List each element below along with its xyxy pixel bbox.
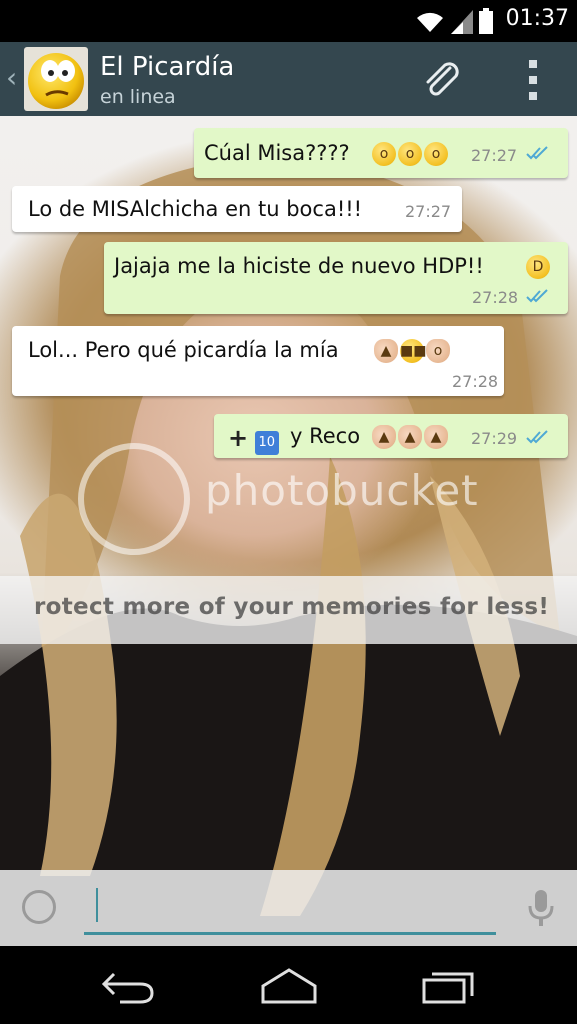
message-bubble-incoming[interactable]: Lo de MISAlchicha en tu boca!!! 27:27 — [12, 186, 462, 232]
thumbs-up-icon: ▲ — [424, 425, 448, 449]
thumbs-up-icon: ▲ — [374, 339, 398, 363]
back-icon[interactable] — [100, 964, 158, 1006]
thumbs-up-icon: ▲ — [372, 425, 396, 449]
emoji-icon[interactable] — [22, 890, 56, 924]
emoji-group: ooo — [372, 142, 450, 167]
wifi-icon — [417, 12, 443, 32]
chat-header: ‹ El Picardía en linea — [0, 42, 577, 116]
message-text: y Reco — [290, 424, 361, 448]
message-text: Jajaja me la hiciste de nuevo HDP!! — [114, 254, 484, 278]
watermark-brand: photobucket — [205, 466, 479, 515]
message-time: 27:29 — [471, 429, 518, 448]
message-text: Cúal Misa???? — [204, 141, 350, 165]
message-text: Lo de MISAlchicha en tu boca!!! — [28, 197, 363, 221]
emoji-group: ▲ ▲ ▲ — [372, 425, 450, 450]
back-chevron-icon[interactable]: ‹ — [6, 64, 17, 92]
avatar[interactable] — [24, 47, 88, 111]
battery-icon — [479, 8, 493, 34]
message-bubble-outgoing[interactable]: Jajaja me la hiciste de nuevo HDP!! D 27… — [104, 242, 568, 314]
message-bubble-outgoing[interactable]: Cúal Misa???? ooo 27:27 — [194, 128, 568, 178]
message-time: 27:28 — [452, 372, 499, 391]
emoji-group: + 10 — [228, 424, 279, 455]
chat-area[interactable]: photobucket rotect more of your memories… — [0, 116, 577, 946]
recents-icon[interactable] — [420, 964, 476, 1006]
read-ticks-icon — [526, 289, 548, 303]
message-time: 27:27 — [471, 146, 518, 165]
text-cursor — [96, 888, 98, 922]
navigation-bar — [0, 946, 577, 1024]
message-composer — [0, 870, 577, 946]
home-icon[interactable] — [259, 964, 319, 1006]
astonished-face-icon: o — [372, 142, 396, 166]
attach-icon[interactable] — [420, 58, 464, 102]
message-time: 27:28 — [472, 288, 519, 307]
keycap-ten-icon: 10 — [254, 431, 279, 455]
heavy-plus-icon: + — [228, 424, 249, 452]
status-time: 01:37 — [505, 6, 569, 31]
message-text: Lol... Pero qué picardía la mía — [28, 338, 339, 362]
ok-hand-icon: o — [426, 339, 450, 363]
watermark-tagline: rotect more of your memories for less! — [34, 594, 550, 620]
signal-icon — [451, 10, 473, 34]
status-bar: 01:37 — [0, 0, 577, 42]
emoji-group: ▲ ■■ o — [374, 339, 452, 364]
overflow-menu-icon[interactable] — [521, 60, 545, 100]
tears-of-joy-icon: D — [526, 255, 550, 279]
contact-avatar-face-icon — [28, 53, 84, 109]
sunglasses-face-icon: ■■ — [400, 339, 426, 363]
message-bubble-outgoing[interactable]: + 10 y Reco ▲ ▲ ▲ 27:29 — [214, 414, 568, 458]
message-time: 27:27 — [405, 202, 452, 221]
contact-name[interactable]: El Picardía — [100, 52, 234, 82]
read-ticks-icon — [526, 430, 548, 444]
astonished-face-icon: o — [424, 142, 448, 166]
astonished-face-icon: o — [398, 142, 422, 166]
read-ticks-icon — [526, 146, 548, 160]
thumbs-up-icon: ▲ — [398, 425, 422, 449]
photobucket-watermark-logo — [78, 443, 190, 555]
status-icons — [415, 8, 493, 34]
microphone-icon[interactable] — [526, 888, 556, 928]
contact-status: en linea — [100, 86, 176, 108]
message-bubble-incoming[interactable]: Lol... Pero qué picardía la mía ▲ ■■ o 27:… — [12, 326, 504, 396]
message-input[interactable] — [84, 884, 496, 935]
wallpaper-photo — [0, 156, 577, 946]
